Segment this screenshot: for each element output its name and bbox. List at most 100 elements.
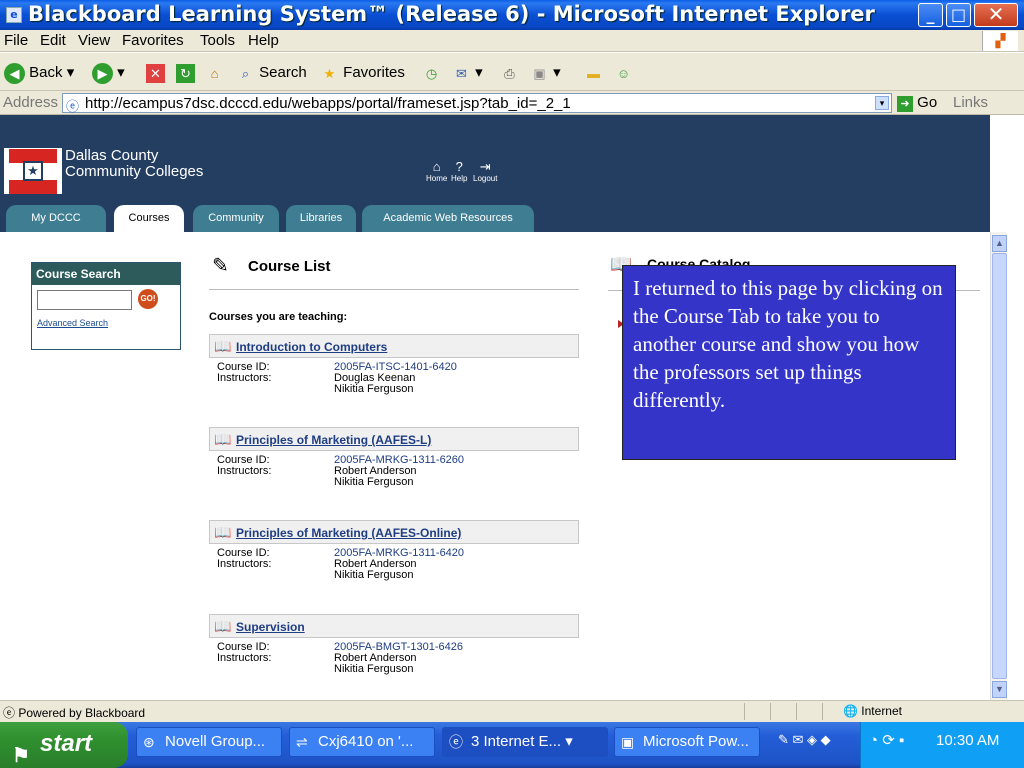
- search-label: Search: [259, 64, 307, 81]
- system-tray: ◔ ⟳ ▪ 10:30 AM: [860, 722, 1024, 768]
- annotation-callout: I returned to this page by clicking on t…: [622, 265, 956, 460]
- refresh-icon: ↻: [176, 63, 195, 83]
- book-icon: 📖: [214, 431, 232, 447]
- help-link[interactable]: ? Help: [451, 159, 467, 184]
- favorites-button[interactable]: ★ Favorites: [320, 61, 405, 85]
- course-link[interactable]: Principles of Marketing (AAFES-L): [236, 433, 431, 447]
- messenger-icon: ☺: [616, 65, 631, 81]
- taskbar-item-cxj6410[interactable]: ⇌ Cxj6410 on '...: [289, 727, 435, 757]
- teaching-label: Courses you are teaching:: [209, 311, 348, 323]
- forward-button[interactable]: ▶ ▾: [92, 61, 125, 85]
- back-label: Back: [29, 64, 63, 81]
- course-item: 📖 Introduction to Computers Course ID: I…: [209, 334, 579, 406]
- taskbar-item-powerpoint[interactable]: ▣ Microsoft Pow...: [614, 727, 760, 757]
- refresh-button[interactable]: ↻: [176, 61, 195, 85]
- ie-icon: ⓔ: [449, 734, 463, 750]
- course-search-go-button[interactable]: GO!: [138, 289, 158, 309]
- course-list-title: Course List: [248, 258, 331, 275]
- address-input[interactable]: ⓔ http://ecampus7dsc.dcccd.edu/webapps/p…: [62, 93, 892, 114]
- mail-button[interactable]: ✉ ▾: [452, 61, 483, 85]
- menu-tools[interactable]: Tools: [200, 32, 235, 49]
- search-icon: ⌕: [241, 65, 250, 81]
- folder-icon: ▬: [587, 65, 600, 81]
- messenger-button[interactable]: ☺: [614, 61, 633, 85]
- maximize-button[interactable]: □: [946, 3, 971, 27]
- help-icon: ?: [455, 159, 463, 174]
- instructor-name: Nikitia Ferguson: [334, 383, 414, 395]
- tab-my-dccc[interactable]: My DCCC: [6, 205, 106, 232]
- page-scrollbar[interactable]: ▲ ▼: [990, 232, 1007, 700]
- start-button[interactable]: ⚑ start: [0, 722, 128, 768]
- home-icon: ⌂: [210, 65, 219, 81]
- tab-academic-web-resources[interactable]: Academic Web Resources: [362, 205, 534, 232]
- scroll-down-icon[interactable]: ▼: [992, 681, 1007, 698]
- pencil-icon: ✎: [212, 255, 229, 277]
- course-link[interactable]: Supervision: [236, 620, 305, 634]
- status-divider: [822, 703, 823, 720]
- home-link[interactable]: ⌂ Home: [426, 160, 447, 184]
- history-button[interactable]: ◷: [422, 61, 441, 85]
- menu-file[interactable]: File: [4, 32, 28, 49]
- course-item: 📖 Supervision Course ID: Instructors: 20…: [209, 614, 579, 686]
- scroll-up-icon[interactable]: ▲: [992, 235, 1007, 252]
- menu-favorites[interactable]: Favorites: [122, 32, 184, 49]
- stop-button[interactable]: ✕: [146, 61, 165, 85]
- course-search-input[interactable]: [37, 290, 132, 310]
- go-label: Go: [917, 94, 938, 111]
- instructor-name: Nikitia Ferguson: [334, 663, 414, 675]
- close-button[interactable]: ✕: [974, 3, 1018, 27]
- taskbar-item-internet-explorer[interactable]: ⓔ 3 Internet E... ▾: [442, 727, 608, 757]
- tab-community[interactable]: Community: [193, 205, 279, 232]
- menu-help[interactable]: Help: [248, 32, 279, 49]
- tab-libraries[interactable]: Libraries: [286, 205, 356, 232]
- instructors-label: Instructors:: [217, 558, 272, 570]
- globe-icon: 🌐: [843, 704, 858, 718]
- logout-link[interactable]: ⇥ Logout: [473, 159, 497, 184]
- forward-arrow-icon: ▶: [92, 62, 113, 84]
- portal-header: ★ Dallas County Community Colleges ⌂ Hom…: [0, 115, 990, 232]
- security-zone: 🌐 Internet: [843, 704, 902, 718]
- course-link[interactable]: Principles of Marketing (AAFES-Online): [236, 526, 461, 540]
- status-text: ⓔ Powered by Blackboard: [3, 704, 145, 721]
- home-button[interactable]: ⌂: [205, 61, 224, 85]
- logout-icon: ⇥: [479, 159, 491, 174]
- minimize-button[interactable]: _: [918, 3, 943, 27]
- taskbar: ⚑ start ⊛ Novell Group... ⇌ Cxj6410 on '..…: [0, 722, 1024, 768]
- stop-icon: ✕: [146, 63, 165, 83]
- quick-tray-icons[interactable]: ✎ ✉ ◈ ◆: [778, 732, 831, 748]
- back-arrow-icon: ◀: [4, 62, 25, 84]
- address-dropdown-icon[interactable]: ▾: [875, 96, 889, 110]
- course-search-title: Course Search: [32, 263, 180, 285]
- college-name-line1: Dallas County: [65, 147, 159, 164]
- address-bar: Address ⓔ http://ecampus7dsc.dcccd.edu/w…: [0, 91, 1024, 115]
- status-divider: [796, 703, 797, 720]
- book-icon: 📖: [214, 338, 232, 354]
- ie-app-icon: e: [6, 7, 22, 23]
- links-button[interactable]: Links: [953, 94, 988, 111]
- task-label: Microsoft Pow...: [643, 733, 749, 750]
- menu-edit[interactable]: Edit: [40, 32, 66, 49]
- back-button[interactable]: ◀ Back ▾: [4, 61, 74, 85]
- menu-view[interactable]: View: [78, 32, 110, 49]
- go-button[interactable]: ➜ Go: [897, 94, 937, 112]
- windows-logo-icon: ▞: [982, 31, 1018, 51]
- instructors-label: Instructors:: [217, 372, 272, 384]
- history-icon: ◷: [425, 65, 438, 81]
- search-button[interactable]: ⌕ Search: [236, 61, 307, 85]
- scroll-thumb[interactable]: [992, 253, 1007, 679]
- tab-courses[interactable]: Courses: [114, 205, 184, 232]
- folder-button[interactable]: ▬: [584, 61, 603, 85]
- print-button[interactable]: ⎙: [500, 61, 519, 85]
- college-name: Dallas County Community Colleges: [65, 148, 203, 180]
- status-label: Powered by Blackboard: [18, 706, 146, 720]
- edit-button[interactable]: ▣ ▾: [530, 61, 560, 85]
- network-drive-icon: ⇌: [296, 734, 308, 750]
- tray-icons[interactable]: ◔ ⟳ ▪: [869, 731, 904, 749]
- advanced-search-link[interactable]: Advanced Search: [37, 318, 108, 328]
- favorites-label: Favorites: [343, 64, 405, 81]
- address-url: http://ecampus7dsc.dcccd.edu/webapps/por…: [85, 95, 571, 112]
- instructors-label: Instructors:: [217, 652, 272, 664]
- powerpoint-icon: ▣: [621, 734, 635, 750]
- course-link[interactable]: Introduction to Computers: [236, 340, 387, 354]
- taskbar-item-novell[interactable]: ⊛ Novell Group...: [136, 727, 282, 757]
